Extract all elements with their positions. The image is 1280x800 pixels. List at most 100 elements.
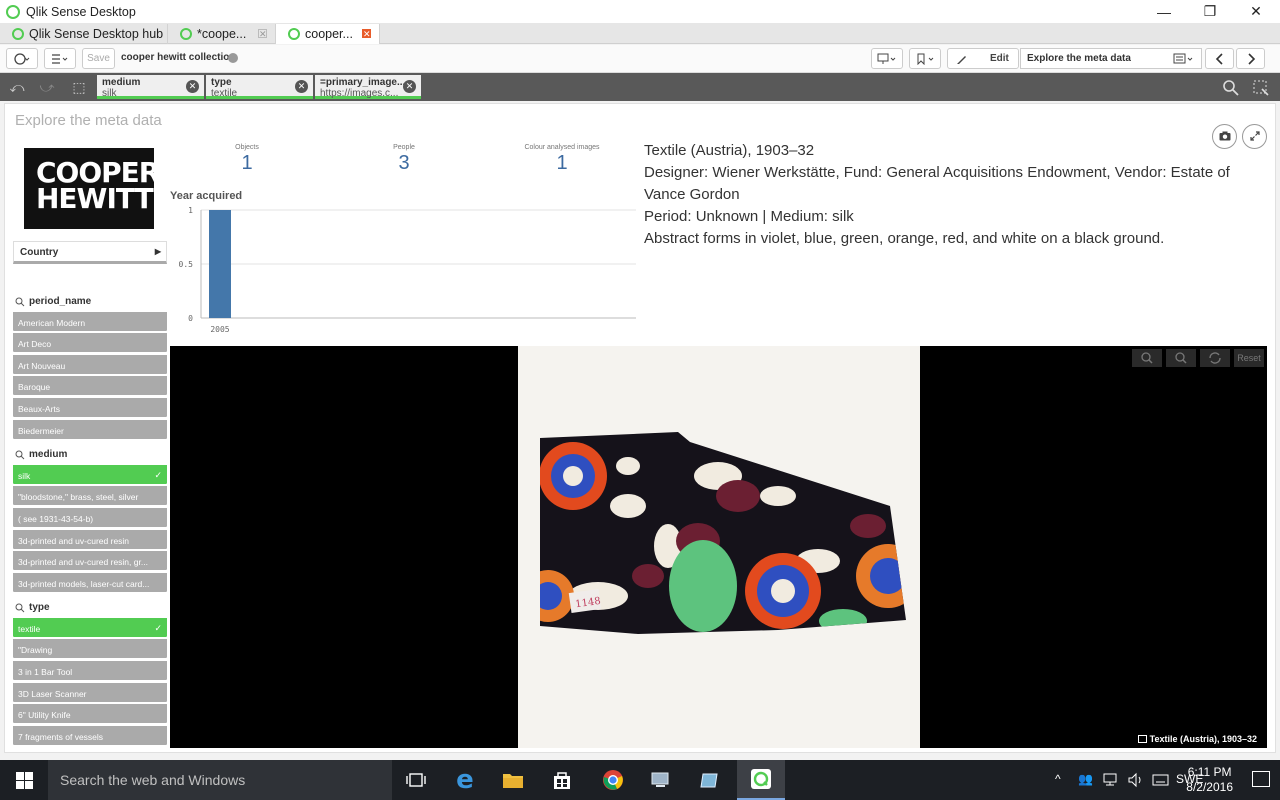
close-tab-icon[interactable]: ✕ [258,29,267,39]
list-item[interactable]: "bloodstone," brass, steel, silver [13,486,167,506]
start-button[interactable] [0,760,48,800]
navigation-menu-button[interactable] [6,48,38,69]
clear-selection-icon[interactable]: ✕ [295,80,308,93]
selections-tool-icon[interactable] [1252,79,1270,97]
edge-browser-app[interactable]: e [441,760,489,800]
app-name: cooper hewitt collection [121,52,236,63]
list-item[interactable]: Baroque [13,376,167,396]
fullscreen-button[interactable] [1242,124,1267,149]
tab-app-edit[interactable]: *coope... ✕ [168,24,276,44]
listbox-header-medium[interactable]: medium [15,449,67,460]
search-icon [15,450,25,459]
kpi-objects: Objects 1 [182,144,312,175]
story-button[interactable] [871,48,903,69]
system-clock[interactable]: 6:11 PM 8/2/2016 [1186,765,1233,795]
people-icon[interactable]: 👥 [1078,772,1093,786]
step-forward-icon[interactable]: ⤻ [38,78,56,96]
year-acquired-chart[interactable]: 1 0.5 0 2005 [165,206,640,341]
action-center-icon[interactable] [1252,771,1270,787]
zoom-out-button[interactable] [1166,349,1196,367]
list-item[interactable]: ( see 1931-43-54-b) [13,508,167,528]
notes-app[interactable] [686,760,734,800]
tab-label: Qlik Sense Desktop hub [29,27,164,41]
qlik-app-icon [6,4,20,19]
keyboard-icon[interactable] [1152,772,1170,788]
country-label: Country [20,247,59,258]
refresh-icon [1209,352,1221,364]
zoom-in-button[interactable] [1132,349,1162,367]
list-item[interactable]: Beaux-Arts [13,398,167,418]
network-tool-app[interactable] [637,760,685,800]
list-item[interactable]: 6" Utility Knife [13,704,167,724]
bar-2005[interactable] [209,210,231,318]
selection-chip-medium[interactable]: medium silk ✕ [97,75,204,99]
chart-title: Year acquired [170,190,243,202]
tab-hub[interactable]: Qlik Sense Desktop hub [0,24,168,44]
show-hidden-icons[interactable]: ^ [1055,772,1061,786]
file-explorer-app[interactable] [489,760,537,800]
save-button[interactable]: Save [82,48,115,69]
list-item[interactable]: 3d-printed and uv-cured resin, gr... [13,551,167,571]
list-item[interactable]: 3 in 1 Bar Tool [13,661,167,681]
clear-selection-icon[interactable]: ✕ [403,80,416,93]
maximize-button[interactable]: ❐ [1187,0,1233,23]
list-item[interactable]: "Drawing [13,639,167,659]
listbox-header-period-name[interactable]: period_name [15,296,91,307]
more-dots-icon[interactable] [228,53,238,63]
tab-bar: Qlik Sense Desktop hub *coope... ✕ coope… [0,23,1280,44]
x-tick-label: 2005 [210,325,229,334]
listbox-header-type[interactable]: type [15,602,50,613]
listbox-title: type [29,602,50,613]
list-item[interactable]: 3d-printed and uv-cured resin [13,530,167,550]
close-tab-icon[interactable]: ✕ [362,29,371,39]
close-window-button[interactable]: ✕ [1233,0,1279,23]
windows-logo-icon [15,771,33,789]
list-item[interactable]: Biedermeier [13,420,167,440]
step-back-icon[interactable]: ⤺ [8,78,26,96]
selection-chip-type[interactable]: type textile ✕ [206,75,313,99]
chrome-app[interactable] [589,760,637,800]
sheet-selector[interactable]: Explore the meta data [1020,48,1202,69]
rotate-button[interactable] [1200,349,1230,367]
snapshot-button[interactable] [1212,124,1237,149]
list-item[interactable]: Art Nouveau [13,355,167,375]
y-tick-label: 0.5 [179,260,194,269]
qlik-icon [288,28,300,40]
logo-line2: HEWITT [36,182,154,215]
taskbar-search-box[interactable]: Search the web and Windows [48,760,392,800]
bookmarks-button[interactable] [909,48,941,69]
country-filter[interactable]: Country ▶ [13,241,167,264]
tab-app-active[interactable]: cooper... ✕ [276,24,380,44]
store-icon [554,772,570,789]
store-app[interactable] [538,760,586,800]
list-item[interactable]: American Modern [13,312,167,332]
list-item[interactable]: 3d-printed models, laser-cut card... [13,573,167,593]
list-item[interactable]: 7 fragments of vessels [13,726,167,746]
volume-icon[interactable] [1127,772,1145,788]
minimize-button[interactable]: — [1141,0,1187,23]
list-item-selected[interactable]: textile ✓ [13,618,167,638]
selection-chip-primary-image[interactable]: =primary_image... https://images.c... ✕ [315,75,421,99]
sheets-grid-icon [1173,53,1193,64]
textile-image: 1148 [540,432,906,634]
previous-sheet-button[interactable] [1205,48,1234,69]
tab-label: *coope... [197,27,247,41]
next-sheet-button[interactable] [1236,48,1265,69]
list-item[interactable]: 3D Laser Scanner [13,683,167,703]
edit-button[interactable]: Edit [947,48,1019,69]
clear-selection-icon[interactable]: ✕ [186,80,199,93]
search-icon[interactable] [1222,79,1240,97]
list-item[interactable]: Art Deco [13,333,167,353]
notebook-icon [700,773,718,788]
global-menu-button[interactable] [44,48,76,69]
qlik-sense-app[interactable] [737,760,785,800]
list-item-selected[interactable]: silk ✓ [13,465,167,485]
image-caption: Textile (Austria), 1903–32 [1137,734,1257,744]
reset-button[interactable]: Reset [1234,349,1264,367]
image-viewer[interactable]: 1148 Reset Textile (Austria), 1903–32 [170,346,1267,748]
chevron-left-icon [1215,52,1223,65]
zoom-out-icon [1175,352,1187,364]
clear-all-selections-icon[interactable]: ⬚ [70,78,88,96]
network-icon[interactable] [1102,772,1120,788]
task-view-button[interactable] [392,760,440,800]
